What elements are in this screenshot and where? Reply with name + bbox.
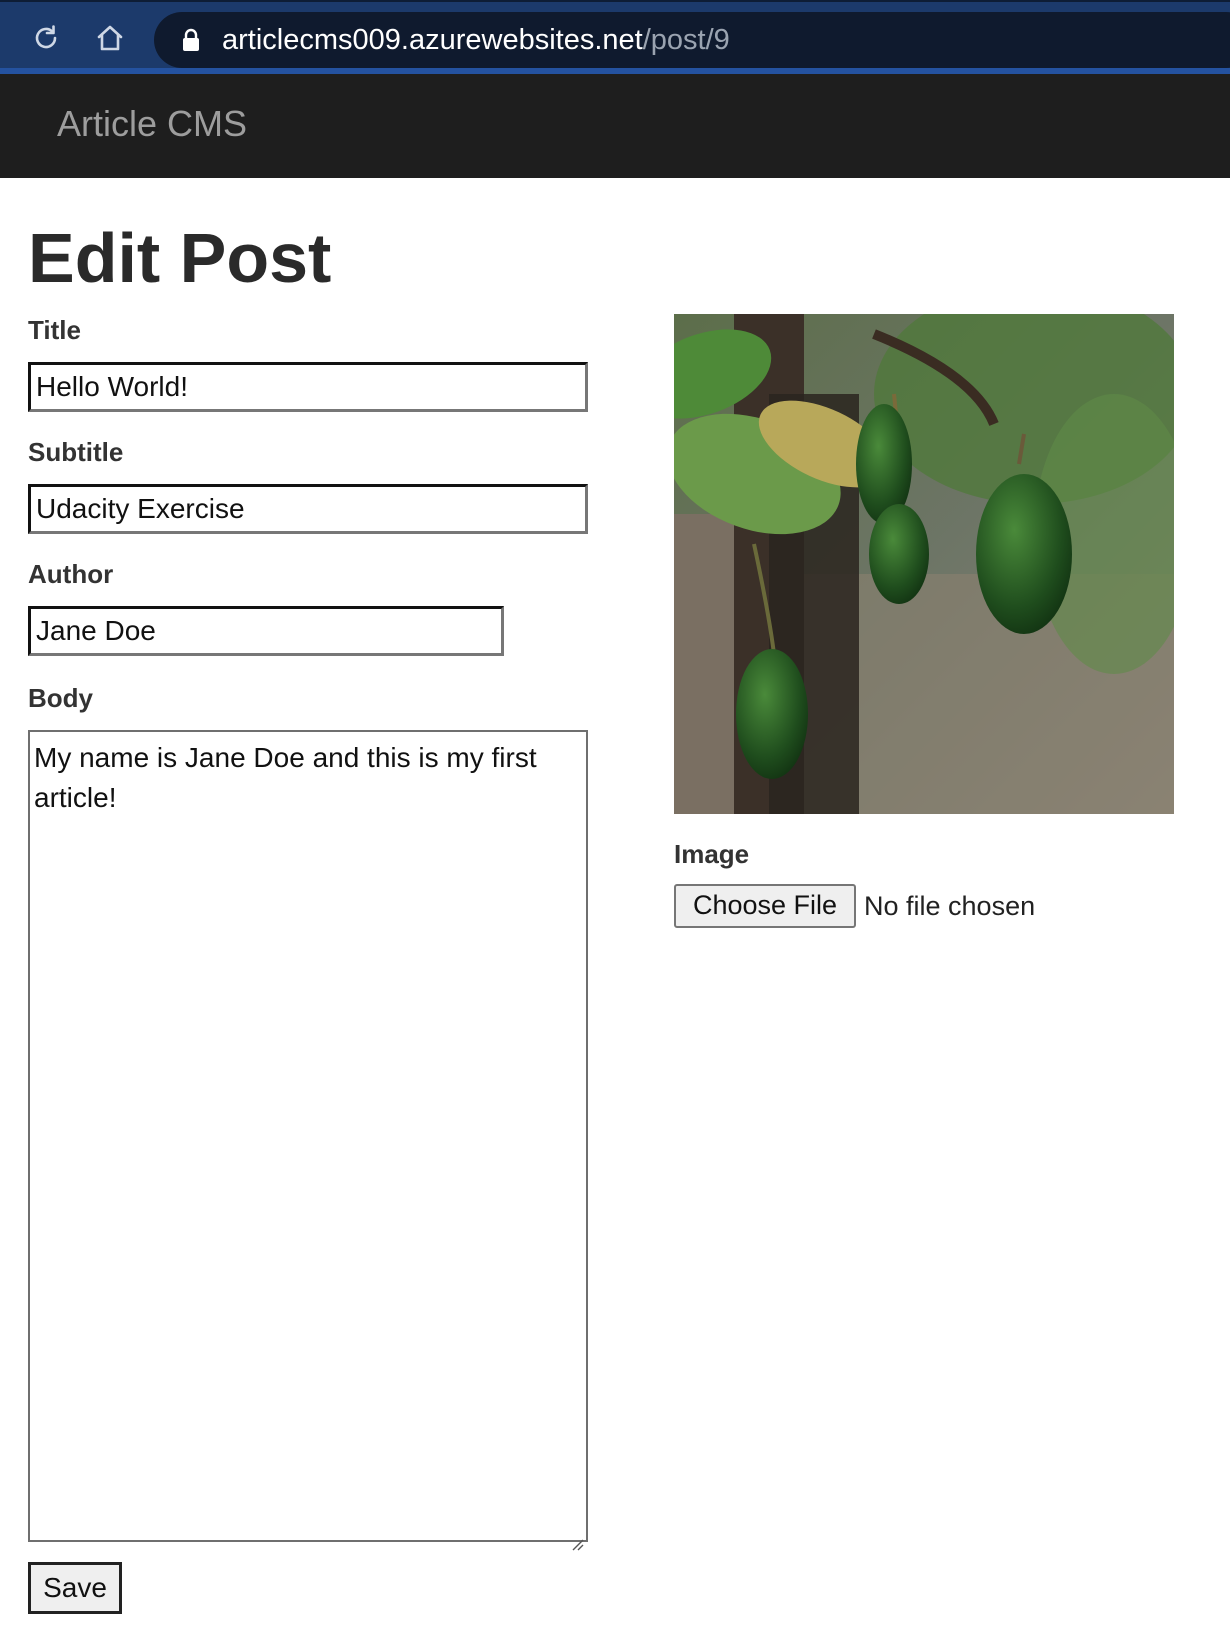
home-icon[interactable]	[92, 20, 128, 56]
title-label: Title	[28, 315, 81, 345]
browser-toolbar: articlecms009.azurewebsites.net/post/9	[0, 0, 1230, 74]
file-status: No file chosen	[864, 891, 1036, 921]
page-title: Edit Post	[28, 219, 332, 297]
author-label: Author	[28, 559, 114, 589]
reload-icon[interactable]	[28, 20, 64, 56]
url-host: articlecms009.azurewebsites.net	[222, 24, 643, 56]
body-text: My name is Jane Doe and this is my first…	[34, 742, 537, 813]
body-textarea[interactable]: My name is Jane Doe and this is my first…	[28, 730, 588, 1551]
lock-icon	[180, 28, 202, 52]
author-input[interactable]: Jane Doe	[28, 606, 504, 656]
image-label: Image	[674, 839, 750, 869]
body-label: Body	[28, 683, 93, 713]
site-navbar: Article CMS	[0, 74, 1230, 178]
brand-link[interactable]: Article CMS	[57, 102, 247, 146]
url-text: articlecms009.azurewebsites.net/post/9	[222, 24, 730, 56]
subtitle-label: Subtitle	[28, 437, 124, 467]
save-button[interactable]: Save	[28, 1562, 122, 1614]
choose-file-button[interactable]: Choose File	[674, 884, 856, 928]
address-bar[interactable]: articlecms009.azurewebsites.net/post/9	[154, 12, 1230, 68]
subtitle-input[interactable]: Udacity Exercise	[28, 484, 588, 534]
resize-handle-icon[interactable]	[568, 1522, 584, 1551]
title-input[interactable]: Hello World!	[28, 362, 588, 412]
post-image	[674, 314, 1174, 814]
url-path: /post/9	[642, 24, 730, 56]
